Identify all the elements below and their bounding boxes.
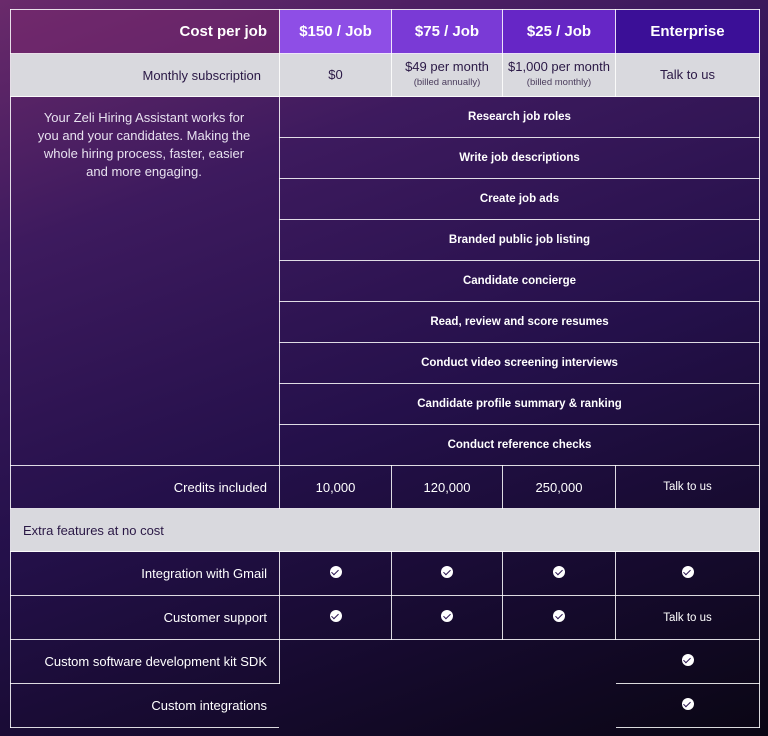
- check-circle-icon: [441, 610, 453, 622]
- price-cell: $0: [279, 53, 392, 97]
- feature-item: Write job descriptions: [279, 137, 760, 179]
- feature-item: Read, review and score resumes: [279, 301, 760, 343]
- feature-item: Branded public job listing: [279, 219, 760, 261]
- check-circle-icon: [681, 566, 694, 578]
- support-label: Customer support: [10, 595, 280, 640]
- price-note: (billed monthly): [526, 77, 592, 88]
- check-circle-icon: [553, 566, 565, 578]
- included-cell: [391, 595, 503, 640]
- gmail-row: Integration with Gmail: [10, 551, 760, 596]
- plan-75-header: $75 / Job: [391, 9, 503, 54]
- monthly-subscription-label: Monthly subscription: [10, 53, 280, 97]
- support-row: Customer support Talk to us: [10, 595, 760, 640]
- plan-enterprise-header: Enterprise: [615, 9, 760, 54]
- price-cell: $49 per month (billed annually): [391, 53, 503, 97]
- price-main: $49 per month: [405, 59, 489, 74]
- check-circle-icon: [681, 698, 694, 710]
- included-cell: [502, 551, 616, 596]
- credits-value: 120,000: [391, 465, 503, 509]
- credits-value: 250,000: [502, 465, 616, 509]
- support-enterprise-value: Talk to us: [615, 595, 760, 640]
- included-cell: [615, 639, 760, 684]
- included-cell: [279, 551, 392, 596]
- price-note: (billed annually): [413, 77, 481, 88]
- check-circle-icon: [441, 566, 453, 578]
- credits-label: Credits included: [10, 465, 280, 509]
- price-cell: Talk to us: [615, 53, 760, 97]
- plan-25-header: $25 / Job: [502, 9, 616, 54]
- intro-text: Your Zeli Hiring Assistant works for you…: [10, 96, 280, 466]
- credits-value: Talk to us: [615, 465, 760, 509]
- price-main: $1,000 per month: [508, 59, 610, 74]
- sdk-label: Custom software development kit SDK: [10, 639, 280, 684]
- credits-value: 10,000: [279, 465, 392, 509]
- price-main: Talk to us: [660, 67, 715, 82]
- integrations-label: Custom integrations: [10, 683, 280, 728]
- included-cell: [502, 595, 616, 640]
- included-cell: [615, 551, 760, 596]
- gmail-label: Integration with Gmail: [10, 551, 280, 596]
- plan-150-header: $150 / Job: [279, 9, 392, 54]
- extras-section-row: Extra features at no cost: [10, 508, 760, 552]
- feature-item: Research job roles: [279, 96, 760, 138]
- included-cell: [615, 683, 760, 728]
- check-circle-icon: [329, 610, 342, 622]
- included-cell: [279, 595, 392, 640]
- feature-item: Conduct video screening interviews: [279, 342, 760, 384]
- price-main: $0: [328, 67, 343, 82]
- feature-item: Create job ads: [279, 178, 760, 220]
- check-circle-icon: [681, 654, 694, 666]
- credits-row: Credits included 10,000 120,000 250,000 …: [10, 465, 760, 509]
- header-row: Cost per job $150 / Job $75 / Job $25 / …: [10, 9, 760, 54]
- feature-item: Conduct reference checks: [279, 424, 760, 466]
- check-circle-icon: [329, 566, 342, 578]
- pricing-table: Cost per job $150 / Job $75 / Job $25 / …: [10, 9, 760, 728]
- sdk-row: Custom software development kit SDK: [10, 639, 760, 684]
- price-cell: $1,000 per month (billed monthly): [502, 53, 616, 97]
- cost-per-job-label: Cost per job: [10, 9, 280, 54]
- feature-item: Candidate concierge: [279, 260, 760, 302]
- feature-row: Your Zeli Hiring Assistant works for you…: [10, 96, 760, 466]
- check-circle-icon: [553, 610, 565, 622]
- empty-cell: [280, 640, 616, 728]
- feature-item: Candidate profile summary & ranking: [279, 383, 760, 425]
- included-cell: [391, 551, 503, 596]
- extras-section-label: Extra features at no cost: [10, 508, 760, 552]
- subscription-row: Monthly subscription $0 $49 per month (bi…: [10, 53, 760, 97]
